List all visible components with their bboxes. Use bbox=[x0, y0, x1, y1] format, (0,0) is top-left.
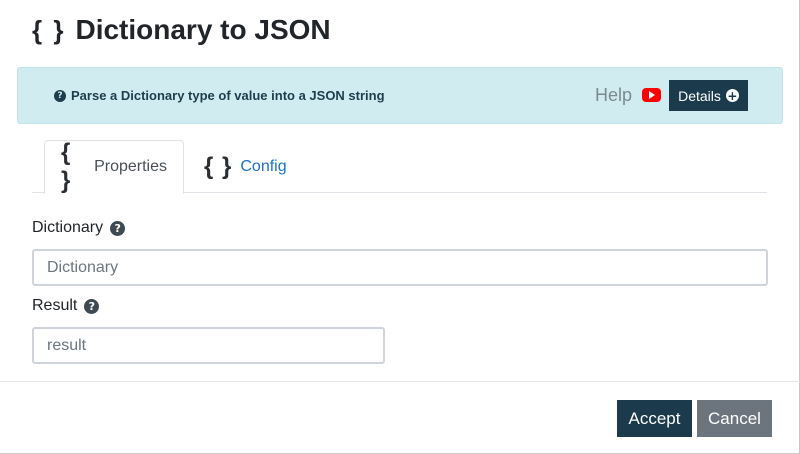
dictionary-label: Dictionary ? bbox=[32, 219, 126, 237]
plus-circle-icon: + bbox=[725, 88, 739, 103]
cancel-button[interactable]: Cancel bbox=[697, 400, 772, 437]
tab-bar: { } Properties { } Config bbox=[32, 139, 767, 194]
youtube-icon[interactable] bbox=[642, 88, 661, 102]
info-text: Parse a Dictionary type of value into a … bbox=[71, 88, 385, 103]
details-button-label: Details bbox=[678, 87, 721, 104]
help-link[interactable]: Help bbox=[595, 85, 632, 106]
dialog-footer: Accept Cancel bbox=[0, 381, 800, 454]
dialog-title-text: Dictionary to JSON bbox=[75, 14, 331, 45]
tab-properties-label: Properties bbox=[94, 158, 167, 175]
dialog-header: { } Dictionary to JSON bbox=[0, 0, 800, 62]
info-bar: ? Parse a Dictionary type of value into … bbox=[17, 67, 783, 124]
result-input[interactable] bbox=[32, 327, 385, 364]
question-circle-icon: ? bbox=[54, 89, 66, 102]
tab-config[interactable]: { } Config bbox=[188, 140, 303, 193]
accept-button[interactable]: Accept bbox=[617, 400, 692, 437]
braces-icon: { } bbox=[61, 139, 72, 194]
help-circle-icon[interactable]: ? bbox=[84, 298, 100, 314]
dictionary-label-text: Dictionary bbox=[32, 219, 104, 236]
braces-icon: { } bbox=[204, 152, 233, 180]
result-label-text: Result bbox=[32, 297, 78, 314]
result-label: Result ? bbox=[32, 297, 100, 315]
help-circle-icon[interactable]: ? bbox=[110, 220, 126, 236]
dictionary-input[interactable] bbox=[32, 249, 768, 286]
tab-properties[interactable]: { } Properties bbox=[44, 139, 184, 194]
braces-icon: { } bbox=[32, 14, 66, 45]
details-button[interactable]: Details + bbox=[669, 80, 748, 111]
dialog: { } Dictionary to JSON ? Parse a Diction… bbox=[0, 0, 800, 454]
tab-config-label: Config bbox=[240, 157, 287, 175]
dialog-title: { } Dictionary to JSON bbox=[32, 14, 331, 46]
info-description: ? Parse a Dictionary type of value into … bbox=[54, 88, 385, 103]
